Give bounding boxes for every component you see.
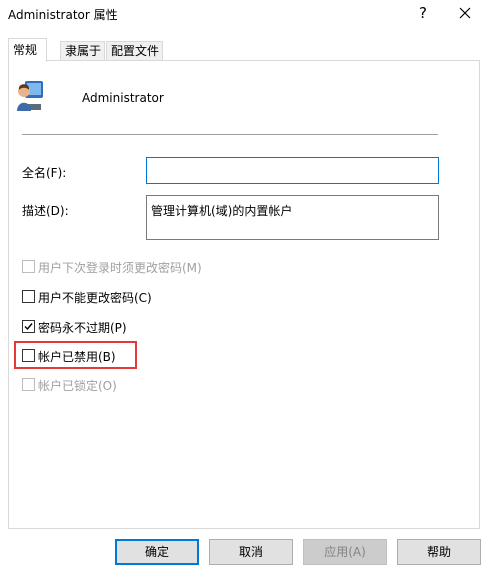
tab-member-of[interactable]: 隶属于 bbox=[60, 41, 105, 61]
description-input[interactable]: 管理计算机(域)的内置帐户 bbox=[146, 195, 439, 240]
separator bbox=[22, 134, 438, 135]
tab-general[interactable]: 常规 bbox=[8, 38, 47, 62]
close-button[interactable] bbox=[450, 1, 480, 27]
cancel-button[interactable]: 取消 bbox=[209, 539, 293, 565]
fullname-input[interactable] bbox=[146, 157, 439, 184]
checkbox-label: 密码永不过期(P) bbox=[38, 321, 127, 335]
title-bar: Administrator 属性 ? bbox=[0, 0, 488, 30]
username-label: Administrator bbox=[82, 91, 164, 105]
window-title: Administrator 属性 bbox=[8, 8, 118, 22]
checkbox-box[interactable] bbox=[22, 378, 35, 391]
checkbox-box[interactable] bbox=[22, 349, 35, 362]
checkbox-label: 用户不能更改密码(C) bbox=[38, 291, 152, 305]
checkbox-label: 用户下次登录时须更改密码(M) bbox=[38, 261, 202, 275]
checkbox-box[interactable] bbox=[22, 290, 35, 303]
tab-profile[interactable]: 配置文件 bbox=[106, 41, 163, 61]
checkbox-label: 帐户已禁用(B) bbox=[38, 350, 116, 364]
apply-button[interactable]: 应用(A) bbox=[303, 539, 387, 565]
ok-button[interactable]: 确定 bbox=[115, 539, 199, 565]
checkmark-icon bbox=[24, 323, 33, 331]
user-account-icon bbox=[17, 81, 43, 111]
checkbox-label: 帐户已锁定(O) bbox=[38, 379, 117, 393]
close-icon bbox=[459, 7, 471, 19]
checkbox-box[interactable] bbox=[22, 320, 35, 333]
help-button[interactable]: 帮助 bbox=[397, 539, 481, 565]
checkbox-box[interactable] bbox=[22, 260, 35, 273]
help-title-button[interactable]: ? bbox=[410, 1, 436, 27]
fullname-label: 全名(F): bbox=[22, 166, 67, 180]
description-label: 描述(D): bbox=[22, 204, 69, 218]
